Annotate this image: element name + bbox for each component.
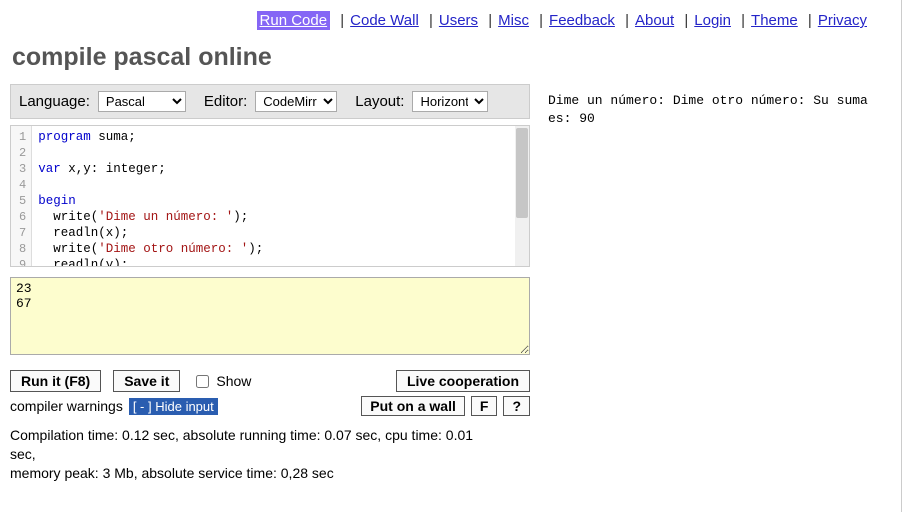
show-checkbox[interactable]: [196, 375, 209, 388]
nav-separator: |: [804, 12, 812, 29]
nav-link-theme[interactable]: Theme: [751, 12, 798, 29]
stats-text: Compilation time: 0.12 sec, absolute run…: [10, 426, 500, 483]
nav-separator: |: [535, 12, 543, 29]
compiler-warnings-label: compiler warnings: [10, 398, 123, 414]
nav-link-users[interactable]: Users: [439, 12, 478, 29]
run-button[interactable]: Run it (F8): [10, 370, 101, 392]
nav-link-about[interactable]: About: [635, 12, 674, 29]
nav-link-misc[interactable]: Misc: [498, 12, 529, 29]
live-cooperation-button[interactable]: Live cooperation: [396, 370, 530, 392]
layout-select[interactable]: Horizontal: [412, 91, 488, 112]
nav-separator: |: [336, 12, 344, 29]
top-nav: Run Code | Code Wall | Users | Misc | Feedba…: [0, 0, 910, 37]
save-button[interactable]: Save it: [113, 370, 180, 392]
code-area[interactable]: program suma;var x,y: integer;begin writ…: [32, 126, 529, 266]
put-on-wall-button[interactable]: Put on a wall: [361, 396, 465, 416]
nav-separator: |: [484, 12, 492, 29]
nav-separator: |: [621, 12, 629, 29]
nav-separator: |: [425, 12, 433, 29]
language-select[interactable]: Pascal: [98, 91, 186, 112]
scrollbar-thumb[interactable]: [516, 128, 528, 218]
nav-separator: |: [680, 12, 688, 29]
stdin-input[interactable]: [10, 277, 530, 355]
hide-input-toggle[interactable]: [ - ] Hide input: [129, 398, 218, 415]
nav-link-code-wall[interactable]: Code Wall: [350, 12, 419, 29]
show-label: Show: [216, 373, 251, 389]
editor-label: Editor:: [204, 93, 247, 110]
nav-link-privacy[interactable]: Privacy: [818, 12, 867, 29]
layout-label: Layout:: [355, 93, 404, 110]
output-pane: Dime un número: Dime otro número: Su sum…: [530, 84, 910, 483]
nav-link-run-code[interactable]: Run Code: [257, 11, 331, 30]
scrollbar-vertical[interactable]: [515, 126, 529, 266]
editor-select[interactable]: CodeMirror: [255, 91, 337, 112]
page-title: compile pascal online: [12, 43, 910, 72]
help-button[interactable]: ?: [503, 396, 530, 416]
page-right-border: [901, 0, 902, 512]
line-gutter: 123456789: [11, 126, 32, 266]
language-label: Language:: [19, 93, 90, 110]
nav-link-login[interactable]: Login: [694, 12, 731, 29]
nav-link-feedback[interactable]: Feedback: [549, 12, 615, 29]
nav-separator: |: [737, 12, 745, 29]
f-button[interactable]: F: [471, 396, 498, 416]
code-editor[interactable]: 123456789 program suma;var x,y: integer;…: [10, 125, 530, 267]
config-bar: Language: Pascal Editor: CodeMirror Layo…: [10, 84, 530, 119]
